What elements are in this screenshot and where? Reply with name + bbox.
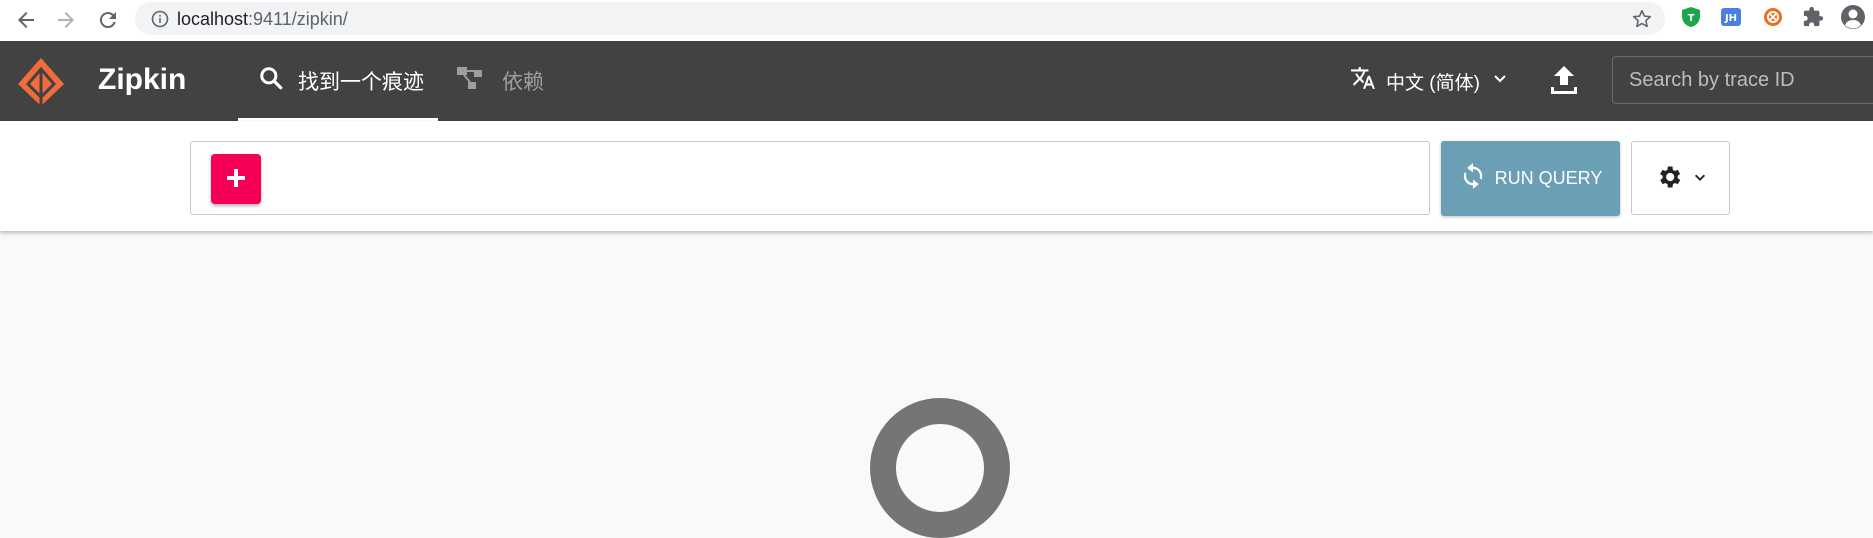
settings-menu-button[interactable] — [1631, 141, 1730, 215]
query-bar: RUN QUERY — [0, 121, 1873, 231]
language-selector[interactable]: 中文 (简体) — [1350, 41, 1508, 121]
translate-icon — [1350, 65, 1376, 97]
plus-icon — [225, 167, 247, 192]
browser-toolbar: localhost:9411/zipkin/ T JH — [0, 0, 1873, 42]
gear-icon — [1655, 163, 1683, 194]
back-arrow-icon[interactable] — [14, 8, 38, 32]
chevron-down-icon — [1492, 70, 1508, 92]
shield-extension-icon[interactable]: T — [1680, 6, 1702, 28]
language-label: 中文 (简体) — [1386, 72, 1480, 94]
trace-id-search-input[interactable] — [1612, 56, 1873, 104]
refresh-icon — [1459, 162, 1487, 195]
address-bar[interactable]: localhost:9411/zipkin/ — [135, 2, 1665, 35]
svg-text:T: T — [1688, 13, 1695, 24]
profile-avatar-icon[interactable] — [1840, 4, 1866, 30]
url-text: localhost:9411/zipkin/ — [177, 9, 348, 29]
brand-title[interactable]: Zipkin — [98, 63, 186, 97]
run-query-label: RUN QUERY — [1494, 168, 1603, 188]
site-info-icon[interactable] — [151, 10, 169, 33]
zipkin-logo-icon[interactable] — [14, 55, 68, 114]
dependencies-icon — [456, 65, 486, 97]
add-criteria-button[interactable] — [211, 154, 261, 204]
query-criteria-box[interactable] — [190, 141, 1430, 215]
reload-icon[interactable] — [96, 8, 120, 32]
tab-dependencies-label: 依赖 — [502, 71, 544, 94]
run-query-button[interactable]: RUN QUERY — [1441, 141, 1620, 216]
app-header: Zipkin 找到一个痕迹 依赖 中文 (简体) — [0, 41, 1873, 121]
jh-extension-icon[interactable]: JH — [1720, 6, 1742, 28]
tab-find-trace-label: 找到一个痕迹 — [298, 71, 424, 94]
puzzle-extensions-icon[interactable] — [1802, 6, 1824, 28]
search-icon — [258, 65, 284, 97]
upload-icon[interactable] — [1550, 65, 1578, 100]
bookmark-star-icon[interactable] — [1631, 8, 1653, 35]
tab-dependencies[interactable]: 依赖 — [456, 41, 544, 121]
svg-text:JH: JH — [1724, 13, 1737, 24]
forward-arrow-icon[interactable] — [54, 8, 78, 32]
tab-find-trace[interactable]: 找到一个痕迹 — [238, 41, 438, 121]
loading-spinner — [870, 398, 1010, 538]
orange-extension-icon[interactable] — [1762, 6, 1784, 28]
chevron-down-icon — [1693, 170, 1707, 187]
